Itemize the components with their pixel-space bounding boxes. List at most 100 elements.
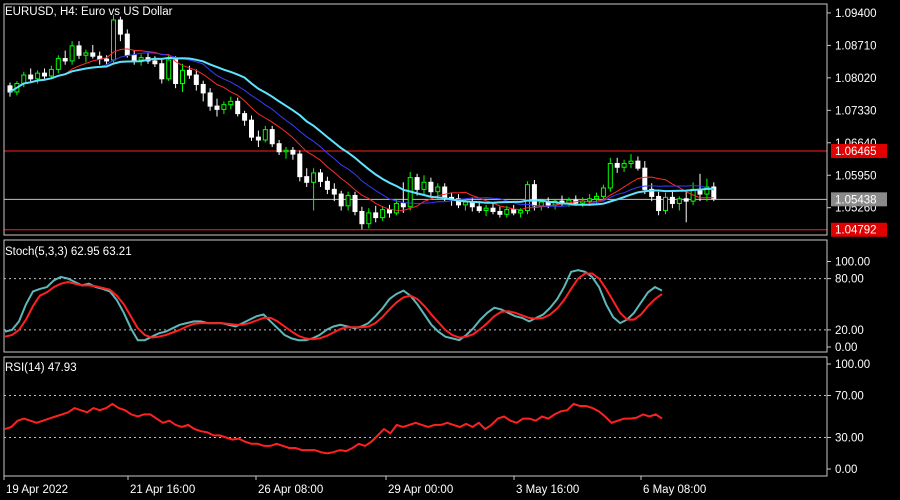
bear-candle-body [173, 59, 179, 85]
price-tick-label: 1.09400 [835, 8, 877, 20]
bear-candle-body [338, 193, 344, 207]
bear-candle-body [117, 19, 123, 35]
bull-candle-body [435, 186, 441, 193]
bear-candle-body [442, 186, 448, 198]
bull-candle-body [48, 68, 54, 77]
time-tick-label: 21 Apr 16:00 [130, 484, 195, 496]
bull-candle-body [166, 59, 172, 80]
bear-candle-body [414, 177, 420, 190]
chart-window: 1.094001.087101.080201.073301.066401.059… [3, 3, 887, 496]
bear-candle-body [531, 184, 537, 207]
bear-candle-body [28, 74, 34, 80]
bull-candle-body [283, 149, 289, 153]
bull-candle-body [587, 198, 593, 202]
bear-candle-body [387, 209, 392, 214]
rsi-tick-label: 70.00 [835, 391, 864, 403]
bear-candle-body [324, 180, 330, 190]
bull-candle-body [538, 201, 544, 207]
bull-candle-body [221, 104, 227, 110]
bull-candle-body [518, 210, 524, 214]
price-tick-label: 1.08020 [835, 73, 877, 85]
bull-candle-body [525, 184, 530, 212]
rsi-tick-label: 30.00 [835, 433, 864, 445]
time-tick-label: 26 Apr 08:00 [258, 484, 323, 496]
stoch-tick-label: 100.00 [835, 257, 870, 269]
time-tick-label: 19 Apr 2022 [6, 484, 68, 496]
bear-candle-body [669, 196, 675, 204]
price-tick-label: 1.08710 [835, 40, 877, 52]
bear-candle-body [497, 210, 503, 215]
bull-candle-body [483, 207, 489, 212]
time-tick-label: 29 Apr 00:00 [388, 484, 453, 496]
price-tick-label: 1.05950 [835, 170, 877, 182]
bear-candle-body [656, 195, 662, 212]
bear-candle-body [290, 149, 296, 155]
bear-candle-body [476, 206, 482, 212]
bull-candle-body [55, 58, 61, 70]
bear-candle-body [207, 92, 213, 107]
bear-candle-body [373, 212, 379, 219]
bear-candle-body [683, 198, 689, 202]
bull-candle-body [621, 162, 627, 168]
stoch-title: Stoch(5,3,3) 62.95 63.21 [5, 246, 132, 258]
bull-candle-body [628, 160, 634, 164]
bear-candle-body [242, 113, 248, 121]
stoch-tick-label: 80.00 [835, 274, 864, 286]
bear-candle-body [104, 58, 110, 62]
bull-candle-body [594, 195, 599, 200]
bear-candle-body [235, 100, 241, 115]
bear-candle-body [359, 210, 365, 225]
bear-candle-body [159, 63, 165, 80]
bid-tag: 1.05438 [835, 194, 877, 206]
rsi-line [4, 402, 663, 455]
bull-candle-body [83, 52, 89, 56]
bear-candle-body [318, 172, 323, 182]
bull-candle-body [663, 196, 668, 212]
bear-candle-body [42, 72, 47, 77]
time-tick-label: 6 May 08:00 [643, 484, 706, 496]
bull-candle-body [180, 69, 185, 85]
bull-candle-body [462, 201, 468, 206]
rsi-panel-frame [3, 356, 828, 477]
price-tick-label: 1.07330 [835, 105, 877, 117]
bull-candle-body [69, 45, 75, 62]
bear-candle-body [635, 160, 641, 169]
bull-candle-body [393, 202, 399, 214]
stoch-main-line [4, 269, 663, 342]
bear-candle-body [193, 74, 199, 85]
bull-candle-body [676, 198, 682, 204]
main-title: EURUSD, H4: Euro vs US Dollar [5, 6, 173, 18]
bear-candle-body [276, 143, 282, 153]
bear-candle-body [331, 188, 337, 195]
bull-candle-body [366, 212, 372, 225]
stoch-tick-label: 20.00 [835, 325, 864, 337]
bull-candle-body [228, 100, 234, 106]
bear-candle-body [62, 58, 68, 62]
time-tick-label: 3 May 16:00 [516, 484, 579, 496]
bull-candle-body [311, 172, 317, 183]
bull-candle-body [380, 209, 386, 219]
bear-candle-body [511, 209, 517, 214]
bull-candle-body [421, 181, 427, 190]
rsi-tick-label: 100.00 [835, 359, 870, 371]
bear-candle-body [214, 105, 220, 110]
bear-candle-body [255, 136, 261, 141]
bear-candle-body [76, 45, 82, 56]
bull-candle-body [600, 187, 606, 197]
rsi-tick-label: 0.00 [835, 464, 857, 476]
level-tag-low: 1.04792 [835, 225, 877, 237]
bear-candle-body [124, 33, 130, 56]
bull-candle-body [111, 19, 116, 61]
bear-candle-body [200, 83, 206, 94]
bear-candle-body [400, 202, 406, 208]
bull-candle-body [607, 162, 613, 189]
bear-candle-body [269, 129, 275, 145]
bull-candle-body [345, 194, 351, 207]
bear-candle-body [249, 119, 254, 138]
bear-candle-body [152, 60, 158, 65]
bull-candle-body [21, 74, 27, 85]
bear-candle-body [490, 207, 496, 212]
level-tag-high: 1.06465 [835, 146, 877, 158]
bear-candle-body [297, 153, 303, 178]
bear-candle-body [304, 176, 310, 183]
